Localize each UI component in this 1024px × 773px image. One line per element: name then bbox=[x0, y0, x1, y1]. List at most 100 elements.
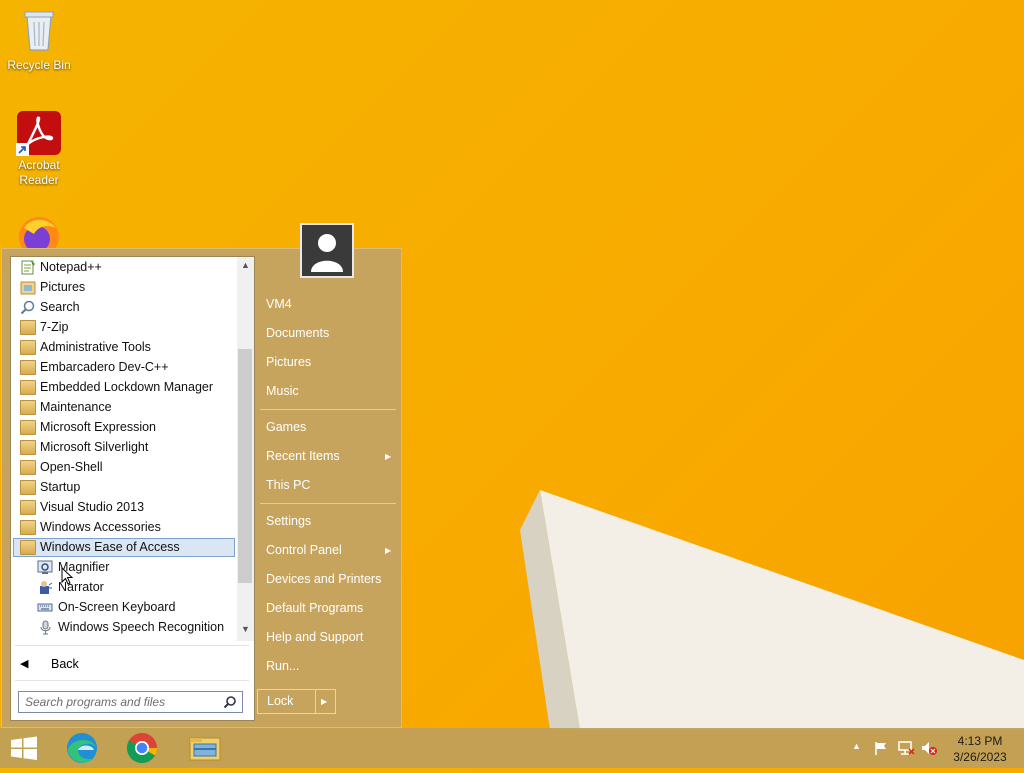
clock-time: 4:13 PM bbox=[957, 734, 1003, 748]
recent-items-link[interactable]: Recent Items bbox=[266, 444, 340, 468]
chrome-taskbar-button[interactable] bbox=[118, 728, 166, 768]
start-menu: Notepad++ Pictures Search 7-Zip Administ… bbox=[1, 248, 402, 728]
acrobat-reader-desktop-icon[interactable]: Acrobat Reader bbox=[4, 110, 74, 188]
divider bbox=[260, 409, 396, 410]
start-button[interactable] bbox=[0, 728, 48, 768]
submenu-arrow-icon: ▶ bbox=[385, 452, 392, 461]
program-folder-maintenance[interactable]: Maintenance bbox=[13, 398, 235, 417]
lock-options-arrow-icon[interactable]: ▶ bbox=[321, 690, 327, 713]
folder-icon bbox=[20, 320, 36, 335]
program-folder-7zip[interactable]: 7-Zip bbox=[13, 318, 235, 337]
program-magnifier[interactable]: Magnifier bbox=[13, 558, 235, 577]
divider bbox=[315, 690, 316, 713]
mouse-cursor-icon bbox=[61, 567, 73, 585]
program-folder-open-shell[interactable]: Open-Shell bbox=[13, 458, 235, 477]
program-folder-windows-accessories[interactable]: Windows Accessories bbox=[13, 518, 235, 537]
programs-pane: Notepad++ Pictures Search 7-Zip Administ… bbox=[10, 256, 255, 721]
volume-muted-icon[interactable] bbox=[920, 740, 938, 756]
folder-icon bbox=[20, 540, 36, 555]
program-label: Maintenance bbox=[40, 400, 112, 414]
lock-button[interactable]: Lock ▶ bbox=[257, 689, 336, 714]
program-label: Windows Accessories bbox=[40, 520, 161, 534]
program-label: Embarcadero Dev-C++ bbox=[40, 360, 169, 374]
program-pictures[interactable]: Pictures bbox=[13, 278, 235, 297]
search-icon[interactable] bbox=[223, 695, 237, 709]
program-folder-microsoft-expression[interactable]: Microsoft Expression bbox=[13, 418, 235, 437]
firefox-icon bbox=[4, 214, 74, 248]
folder-icon bbox=[20, 380, 36, 395]
program-folder-embedded-lockdown[interactable]: Embedded Lockdown Manager bbox=[13, 378, 235, 397]
program-label: Search bbox=[40, 300, 80, 314]
control-panel-link[interactable]: Control Panel bbox=[266, 538, 342, 562]
scrollbar-thumb[interactable] bbox=[238, 349, 252, 583]
program-notepad-plus-plus[interactable]: Notepad++ bbox=[13, 258, 235, 277]
recycle-bin-icon bbox=[4, 6, 74, 56]
show-hidden-icons-arrow-icon[interactable]: ▲ bbox=[852, 741, 861, 751]
user-icon bbox=[311, 234, 343, 272]
help-and-support-link[interactable]: Help and Support bbox=[266, 625, 363, 649]
run-link[interactable]: Run... bbox=[266, 654, 299, 678]
chrome-icon bbox=[126, 733, 157, 764]
wallpaper-paper-shape bbox=[520, 490, 1024, 730]
music-link[interactable]: Music bbox=[266, 379, 299, 403]
program-folder-microsoft-silverlight[interactable]: Microsoft Silverlight bbox=[13, 438, 235, 457]
program-narrator[interactable]: Narrator bbox=[13, 578, 235, 597]
program-search[interactable]: Search bbox=[13, 298, 235, 317]
program-on-screen-keyboard[interactable]: On-Screen Keyboard bbox=[13, 598, 235, 617]
folder-icon bbox=[20, 360, 36, 375]
action-center-flag-icon[interactable] bbox=[873, 740, 889, 756]
pictures-link[interactable]: Pictures bbox=[266, 350, 311, 374]
system-clock[interactable]: 4:13 PM 3/26/2023 bbox=[948, 733, 1012, 765]
network-icon[interactable] bbox=[897, 740, 915, 756]
program-label: Administrative Tools bbox=[40, 340, 151, 354]
user-name-link[interactable]: VM4 bbox=[266, 292, 292, 316]
divider bbox=[260, 503, 396, 504]
pictures-icon bbox=[20, 281, 36, 295]
edge-taskbar-button[interactable] bbox=[58, 728, 106, 768]
folder-icon bbox=[20, 500, 36, 515]
program-label: Open-Shell bbox=[40, 460, 103, 474]
clock-date: 3/26/2023 bbox=[953, 750, 1007, 764]
recycle-bin-desktop-icon[interactable]: Recycle Bin bbox=[4, 6, 74, 73]
program-list: Notepad++ Pictures Search 7-Zip Administ… bbox=[11, 257, 237, 641]
default-programs-link[interactable]: Default Programs bbox=[266, 596, 363, 620]
documents-link[interactable]: Documents bbox=[266, 321, 329, 345]
program-folder-visual-studio-2013[interactable]: Visual Studio 2013 bbox=[13, 498, 235, 517]
program-label: Embedded Lockdown Manager bbox=[40, 380, 214, 394]
user-avatar[interactable] bbox=[300, 223, 354, 278]
program-label: 7-Zip bbox=[40, 320, 69, 334]
program-label: Visual Studio 2013 bbox=[40, 500, 145, 514]
lock-label: Lock bbox=[267, 694, 294, 708]
program-label: On-Screen Keyboard bbox=[58, 600, 176, 614]
devices-and-printers-link[interactable]: Devices and Printers bbox=[266, 567, 381, 591]
scroll-up-arrow-icon[interactable]: ▲ bbox=[237, 257, 254, 274]
back-button[interactable]: ◀ Back bbox=[11, 653, 251, 675]
file-explorer-icon bbox=[189, 737, 221, 761]
search-programs-input[interactable]: Search programs and files bbox=[18, 691, 243, 713]
submenu-arrow-icon: ▶ bbox=[385, 546, 392, 555]
back-label: Back bbox=[51, 657, 79, 671]
keyboard-icon bbox=[37, 603, 53, 612]
program-folder-windows-ease-of-access[interactable]: Windows Ease of Access bbox=[13, 538, 235, 557]
edge-icon bbox=[67, 733, 97, 763]
this-pc-link[interactable]: This PC bbox=[266, 473, 310, 497]
narrator-icon bbox=[40, 581, 53, 594]
program-folder-embarcadero[interactable]: Embarcadero Dev-C++ bbox=[13, 358, 235, 377]
program-folder-startup[interactable]: Startup bbox=[13, 478, 235, 497]
program-label: Startup bbox=[40, 480, 81, 494]
firefox-desktop-icon[interactable] bbox=[4, 214, 74, 248]
divider bbox=[15, 680, 249, 681]
program-list-scrollbar[interactable]: ▲ ▼ bbox=[237, 257, 254, 641]
file-explorer-taskbar-button[interactable] bbox=[180, 728, 228, 768]
program-windows-speech-recognition[interactable]: Windows Speech Recognition bbox=[13, 618, 235, 637]
program-label: Windows Ease of Access bbox=[40, 540, 180, 554]
program-label: Notepad++ bbox=[40, 260, 102, 274]
scroll-down-arrow-icon[interactable]: ▼ bbox=[237, 621, 254, 638]
games-link[interactable]: Games bbox=[266, 415, 306, 439]
taskbar: ▲ 4:13 PM 3/26/2023 bbox=[0, 728, 1024, 768]
settings-link[interactable]: Settings bbox=[266, 509, 311, 533]
program-folder-administrative-tools[interactable]: Administrative Tools bbox=[13, 338, 235, 357]
program-label: Windows Speech Recognition bbox=[58, 620, 225, 634]
start-icon bbox=[11, 736, 37, 760]
folder-icon bbox=[20, 480, 36, 495]
